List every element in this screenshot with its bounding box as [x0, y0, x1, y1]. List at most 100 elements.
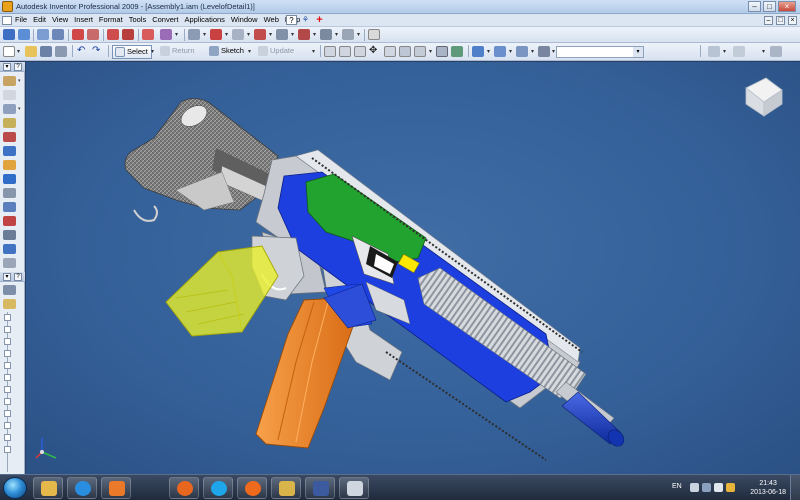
rotate-tool-icon[interactable] [3, 160, 16, 170]
inventor-app-icon[interactable] [2, 1, 13, 12]
analyze-interference-icon[interactable] [160, 29, 172, 40]
tree-node[interactable] [4, 350, 11, 357]
menu-view[interactable]: View [52, 15, 68, 24]
place-component-icon[interactable] [3, 29, 15, 40]
pattern-component-icon[interactable] [37, 29, 49, 40]
place-component-tool-icon[interactable] [3, 76, 16, 86]
style-combo[interactable]: ▾ [556, 46, 644, 58]
taskbar-skype[interactable] [203, 477, 233, 499]
taskbar-firefox-2[interactable] [237, 477, 267, 499]
mirror-tool-icon[interactable] [3, 118, 16, 128]
menu-file[interactable]: File [15, 15, 27, 24]
move-tool-icon[interactable] [3, 146, 16, 156]
create-component-tool-icon[interactable] [3, 90, 16, 100]
tree-node[interactable] [4, 314, 11, 321]
zoom-window-icon[interactable] [339, 46, 351, 57]
replace-tool-icon[interactable] [3, 174, 16, 184]
tree-node[interactable] [4, 446, 11, 453]
tree-node[interactable] [4, 374, 11, 381]
panel-help-icon[interactable]: ? [14, 63, 22, 71]
color-style-icon[interactable] [451, 46, 463, 57]
menu-format[interactable]: Format [99, 15, 123, 24]
assembly-root-icon[interactable] [3, 299, 16, 309]
menu-tools[interactable]: Tools [129, 15, 147, 24]
subscription-plus-icon[interactable]: + [314, 15, 325, 26]
volume-icon[interactable] [714, 483, 723, 492]
taskbar-explorer[interactable] [33, 477, 63, 499]
browser-help-icon[interactable]: ? [14, 273, 22, 281]
assembly-model[interactable] [26, 62, 800, 474]
ucs-tool-icon[interactable] [3, 244, 16, 254]
browser-dropdown-icon[interactable]: ▾ [3, 273, 11, 281]
shaded-display-icon[interactable] [436, 46, 448, 57]
new-file-icon[interactable] [3, 46, 15, 57]
frame-generator-icon[interactable] [210, 29, 222, 40]
taskbar-ie[interactable] [67, 477, 97, 499]
look-at-icon[interactable] [414, 46, 426, 57]
barrel[interactable] [555, 381, 627, 449]
doc-minimize-button[interactable]: – [764, 16, 773, 25]
document-icon[interactable] [2, 16, 12, 25]
zoom-icon[interactable] [354, 46, 366, 57]
magazine[interactable] [255, 297, 357, 449]
sketch-button[interactable]: Sketch [207, 45, 247, 59]
open-file-icon[interactable] [25, 46, 37, 57]
doc-close-button[interactable]: × [788, 16, 797, 25]
panel-dropdown-icon[interactable]: ▾ [3, 63, 11, 71]
create-component-icon[interactable] [18, 29, 30, 40]
materials-icon[interactable] [708, 46, 720, 57]
move-component-icon[interactable] [87, 29, 99, 40]
section-view-icon[interactable] [142, 29, 154, 40]
tree-node[interactable] [4, 362, 11, 369]
section-tool-icon[interactable] [3, 188, 16, 198]
show-desktop-button[interactable] [790, 475, 800, 500]
pan-icon[interactable]: ✥ [369, 46, 381, 57]
weld-tool-icon[interactable] [3, 202, 16, 212]
tree-node[interactable] [4, 386, 11, 393]
styles-icon[interactable] [733, 46, 745, 57]
menu-insert[interactable]: Insert [74, 15, 93, 24]
ucs-icon[interactable] [342, 29, 354, 40]
work-feature-tool-icon[interactable] [3, 230, 16, 240]
tree-node[interactable] [4, 398, 11, 405]
select-button[interactable]: Select [112, 45, 152, 59]
filter-icon[interactable] [3, 285, 16, 295]
maximize-button[interactable]: □ [763, 1, 776, 12]
parameters-tool-icon[interactable] [3, 258, 16, 268]
show-hidden-icons-icon[interactable] [690, 483, 699, 492]
tree-node[interactable] [4, 422, 11, 429]
tree-node[interactable] [4, 434, 11, 441]
ground-plane-icon[interactable] [538, 46, 550, 57]
taskbar-firefox[interactable] [169, 477, 199, 499]
menu-applications[interactable]: Applications [184, 15, 224, 24]
taskbar-inventor[interactable] [271, 477, 301, 499]
camera-icon[interactable] [516, 46, 528, 57]
work-point-icon[interactable] [320, 29, 332, 40]
replace-component-icon[interactable] [107, 29, 119, 40]
mirror-component-icon[interactable] [52, 29, 64, 40]
pistol-grip[interactable] [165, 245, 279, 337]
rotate-component-icon[interactable] [122, 29, 134, 40]
design-accelerator-icon[interactable] [254, 29, 266, 40]
menu-edit[interactable]: Edit [33, 15, 46, 24]
graphics-viewport[interactable] [26, 62, 800, 474]
network-icon[interactable] [702, 483, 711, 492]
project-icon[interactable] [55, 46, 67, 57]
menu-web[interactable]: Web [264, 15, 279, 24]
tree-node[interactable] [4, 338, 11, 345]
minimize-button[interactable]: – [748, 1, 761, 12]
taskbar-paint[interactable] [339, 477, 369, 499]
language-indicator[interactable]: EN [672, 483, 682, 490]
doc-restore-button[interactable]: □ [776, 16, 785, 25]
bolted-connection-icon[interactable] [188, 29, 200, 40]
shadow-icon[interactable] [494, 46, 506, 57]
analyze-tool-icon[interactable] [3, 216, 16, 226]
constraint-icon[interactable] [72, 29, 84, 40]
undo-icon[interactable]: ↶ [77, 46, 89, 57]
parameters-icon[interactable] [368, 29, 380, 40]
save-icon[interactable] [40, 46, 52, 57]
constraint-tool-icon[interactable] [3, 132, 16, 142]
work-plane-icon[interactable] [276, 29, 288, 40]
chevron-down-icon[interactable]: ▾ [633, 47, 643, 57]
pattern-tool-icon[interactable] [3, 104, 16, 114]
